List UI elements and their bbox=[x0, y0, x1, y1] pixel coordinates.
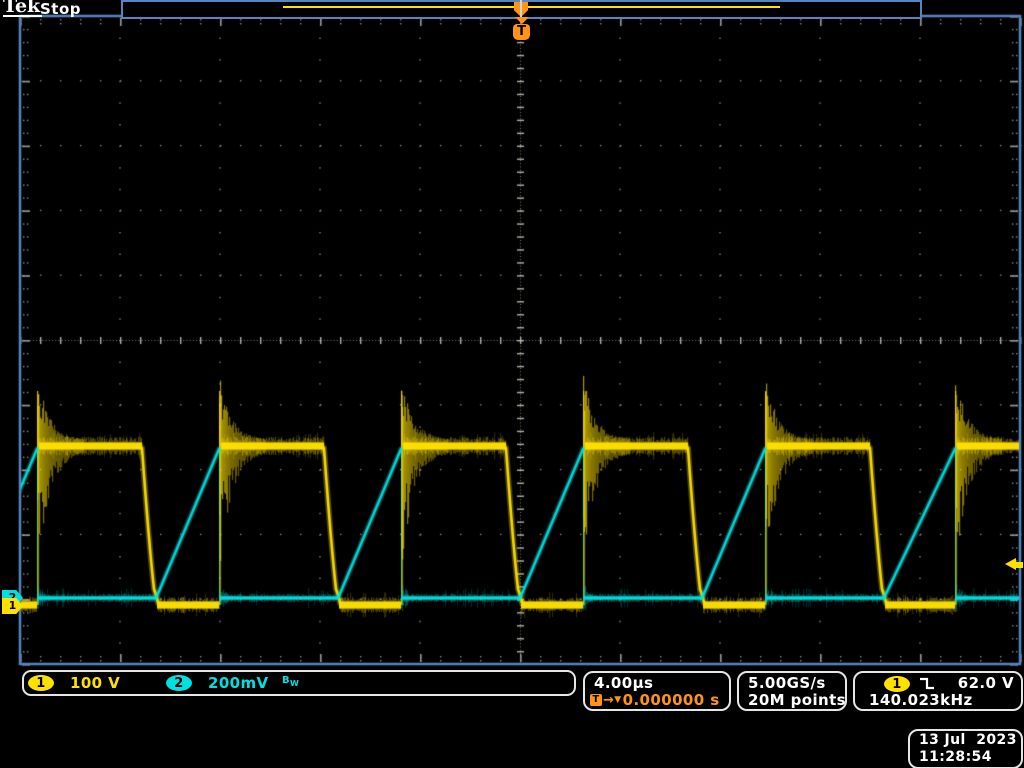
trigger-level-arrow-icon[interactable] bbox=[1005, 558, 1023, 571]
acquisition-status: Stop bbox=[40, 0, 81, 18]
date-label: 13 Jul 2023 bbox=[919, 732, 1017, 748]
datetime-box: 13 Jul 2023 11:28:54 bbox=[908, 729, 1023, 768]
trigger-badge[interactable]: T bbox=[513, 24, 530, 40]
falling-edge-icon bbox=[919, 676, 935, 691]
trigger-frequency: 140.023kHz bbox=[869, 691, 973, 709]
waveform-display bbox=[0, 0, 1024, 768]
trigger-source-badge[interactable]: 1 bbox=[884, 676, 910, 692]
channels-readout-box[interactable]: 1 100 V 2 200mV BW bbox=[22, 670, 576, 696]
sample-rate: 5.00GS/s bbox=[748, 674, 826, 692]
triangle-down-icon: ▼ bbox=[614, 693, 621, 708]
trigger-level: 62.0 V bbox=[958, 674, 1014, 692]
trigger-marker-triangle-icon bbox=[515, 17, 529, 24]
record-window-line bbox=[283, 6, 780, 8]
trigger-position-readout: T→▼0.000000 s bbox=[590, 691, 720, 709]
ch1-badge[interactable]: 1 bbox=[28, 675, 54, 691]
trigger-readout-box[interactable]: 1 62.0 V 140.023kHz bbox=[853, 671, 1023, 711]
ch2-badge[interactable]: 2 bbox=[166, 675, 192, 691]
timebase-readout-box[interactable]: 4.00µs T→▼0.000000 s bbox=[583, 671, 731, 711]
tek-logo: Tek bbox=[3, 0, 42, 17]
arrow-right-icon: → bbox=[603, 693, 614, 708]
time-label: 11:28:54 bbox=[919, 749, 992, 765]
trigger-level-arrow-tail bbox=[1015, 562, 1023, 568]
acquisition-readout-box[interactable]: 5.00GS/s 20M points bbox=[737, 671, 847, 711]
trigger-t-icon: T bbox=[590, 694, 602, 706]
timebase-scale: 4.00µs bbox=[594, 674, 653, 692]
oscilloscope-screen: Tek Stop T 2 1 1 100 V 2 200mV BW 4.00µs… bbox=[0, 0, 1024, 768]
ch1-scale: 100 V bbox=[70, 674, 120, 692]
bandwidth-limit-icon: BW bbox=[282, 675, 299, 688]
record-length: 20M points bbox=[748, 691, 846, 709]
ch2-scale: 200mV bbox=[208, 674, 269, 692]
trigger-position-line bbox=[520, 0, 522, 17]
trigger-position-value: 0.000000 s bbox=[623, 691, 720, 709]
